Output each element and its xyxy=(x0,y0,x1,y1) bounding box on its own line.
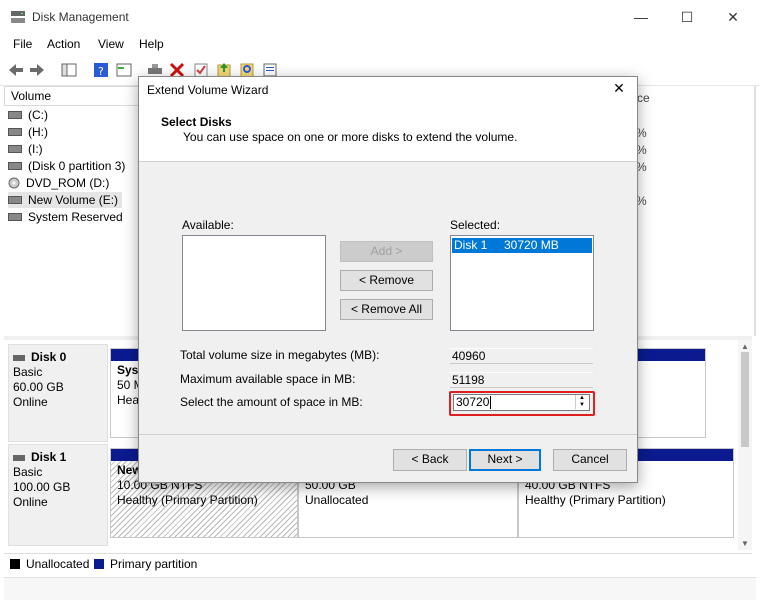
volume-row-new-volume[interactable]: New Volume (E:) xyxy=(8,192,123,208)
drive-icon xyxy=(8,128,22,136)
scroll-down-icon[interactable]: ▼ xyxy=(741,539,749,548)
disk-1-info[interactable]: Disk 1 Basic 100.00 GB Online xyxy=(8,444,108,546)
menu-file[interactable]: File xyxy=(13,37,32,51)
status-bar xyxy=(4,577,756,600)
drive-icon xyxy=(8,111,22,119)
menu-view[interactable]: View xyxy=(98,37,124,51)
spin-up-icon[interactable]: ▲ xyxy=(575,395,588,402)
disk-icon xyxy=(13,454,25,461)
cancel-button[interactable]: Cancel xyxy=(553,449,627,471)
amount-spinbox[interactable]: 30720 ▲ ▼ xyxy=(453,394,590,411)
volume-row-i[interactable]: (I:) xyxy=(8,141,43,157)
minimize-button[interactable]: — xyxy=(618,4,664,30)
disk-icon xyxy=(13,354,25,361)
text-caret xyxy=(490,396,491,409)
menu-help[interactable]: Help xyxy=(139,37,164,51)
pane-border xyxy=(754,86,756,336)
disk-map-scrollbar[interactable]: ▲ ▼ xyxy=(738,340,752,550)
wizard-subheading: You can use space on one or more disks t… xyxy=(183,130,518,144)
console-tree-icon[interactable] xyxy=(60,61,78,79)
scroll-up-icon[interactable]: ▲ xyxy=(741,342,749,351)
help-icon[interactable]: ? xyxy=(92,61,110,79)
volume-row-c[interactable]: (C:) xyxy=(8,107,48,123)
selected-disk-item[interactable]: Disk 1 30720 MB xyxy=(452,238,592,253)
disk-management-icon xyxy=(11,11,25,23)
svg-text:?: ? xyxy=(98,65,104,78)
close-button[interactable]: ✕ xyxy=(710,4,756,30)
remove-button[interactable]: < Remove xyxy=(340,270,433,291)
back-arrow-icon[interactable] xyxy=(7,61,25,79)
scrollbar-thumb[interactable] xyxy=(741,352,749,447)
legend: Unallocated Primary partition xyxy=(4,553,752,574)
dvd-icon xyxy=(8,177,20,189)
maximize-button[interactable]: ☐ xyxy=(664,4,710,30)
add-button[interactable]: Add > xyxy=(340,241,433,262)
volume-column-header[interactable]: Volume xyxy=(4,86,139,106)
amount-label: Select the amount of space in MB: xyxy=(180,395,363,409)
properties-icon[interactable] xyxy=(115,61,133,79)
spin-down-icon[interactable]: ▼ xyxy=(575,402,588,409)
selected-label: Selected: xyxy=(450,218,501,232)
footer-separator xyxy=(139,434,637,435)
available-disks-list[interactable] xyxy=(182,235,326,331)
drive-icon xyxy=(8,145,22,153)
dialog-title: Extend Volume Wizard xyxy=(147,83,269,97)
max-space-label: Maximum available space in MB: xyxy=(180,372,356,386)
next-button[interactable]: Next > xyxy=(469,449,541,471)
menu-action[interactable]: Action xyxy=(47,37,80,51)
available-label: Available: xyxy=(182,218,234,232)
back-button[interactable]: < Back xyxy=(393,449,467,471)
drive-icon xyxy=(8,213,22,221)
amount-input-value[interactable]: 30720 xyxy=(456,395,489,410)
wizard-heading: Select Disks xyxy=(161,115,232,129)
primary-partition-swatch xyxy=(94,559,104,569)
remove-all-button[interactable]: < Remove All xyxy=(340,299,433,320)
total-size-value: 40960 xyxy=(450,348,593,364)
volume-row-disk0-p3[interactable]: (Disk 0 partition 3) xyxy=(8,158,125,174)
extend-volume-wizard-dialog: Extend Volume Wizard ✕ Select Disks You … xyxy=(138,76,638,483)
drive-icon xyxy=(8,196,22,204)
total-size-label: Total volume size in megabytes (MB): xyxy=(180,348,380,362)
selected-disks-list[interactable]: Disk 1 30720 MB xyxy=(450,235,594,331)
column-header-fragment: ce xyxy=(637,91,650,105)
volume-row-h[interactable]: (H:) xyxy=(8,124,48,140)
disk-0-info[interactable]: Disk 0 Basic 60.00 GB Online xyxy=(8,344,108,442)
dialog-close-icon[interactable]: ✕ xyxy=(607,80,631,100)
forward-arrow-icon[interactable] xyxy=(28,61,46,79)
volume-row-dvd[interactable]: DVD_ROM (D:) xyxy=(8,175,109,191)
volume-row-system-reserved[interactable]: System Reserved xyxy=(8,209,123,225)
window-title: Disk Management xyxy=(32,10,129,24)
max-space-value: 51198 xyxy=(450,372,593,388)
unallocated-swatch xyxy=(10,559,20,569)
drive-icon xyxy=(8,162,22,170)
